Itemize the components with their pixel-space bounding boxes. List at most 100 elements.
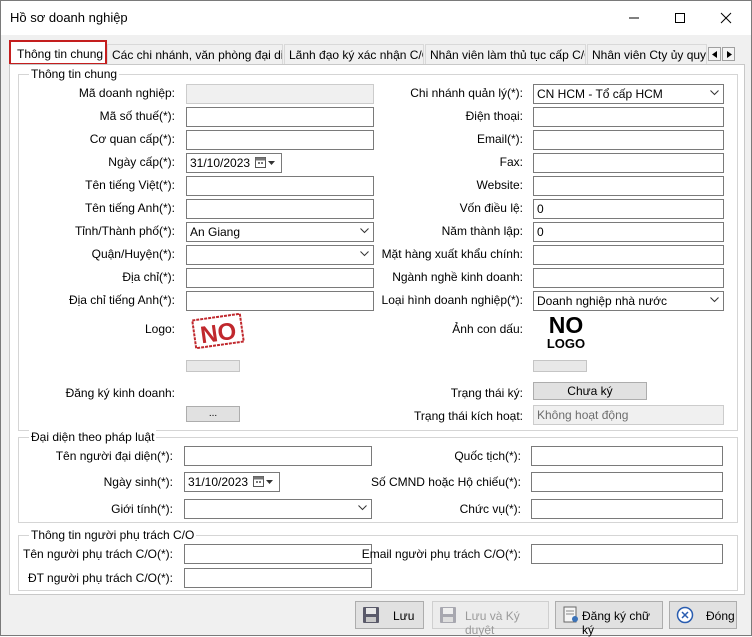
close-label: Đóng [706,609,735,623]
label-ten-nguoi-phu-trach: Tên người phụ trách C/O(*): [23,547,173,561]
label-von-dieu-le: Vốn điều lệ: [459,201,523,215]
ten-nguoi-dai-dien-field[interactable] [184,446,372,466]
dt-nguoi-phu-trach-field[interactable] [184,568,372,588]
company-profile-window: Hồ sơ doanh nghiệp Thông tin chung Các c… [0,0,752,637]
label-cmnd-ho-chieu: Số CMND hoặc Hộ chiếu(*): [370,475,521,489]
tab-page-general: Thông tin chung Mã doanh nghiệp: Mã số t… [9,64,745,595]
tab-scroll-left-button[interactable] [708,47,721,61]
close-button[interactable]: Đóng [669,601,737,629]
fax-field[interactable] [533,153,724,173]
save-button[interactable]: Lưu [355,601,424,629]
ma-doanh-nghiep-field [186,84,374,104]
label-tinh-thanh-pho: Tỉnh/Thành phố(*): [74,224,175,238]
group-title-co-person: Thông tin người phụ trách C/O [29,528,197,542]
ngay-cap-datepicker[interactable]: 31/10/2023 [186,153,282,173]
arrow-right-icon [727,51,732,58]
label-ten-tieng-anh: Tên tiếng Anh(*): [84,201,175,215]
co-quan-cap-field[interactable] [186,130,374,150]
von-dieu-le-field[interactable]: 0 [533,199,724,219]
label-mat-hang-xuat-khau: Mặt hàng xuất khẩu chính: [381,247,523,261]
chevron-down-icon [358,505,367,511]
save-label: Lưu [393,609,415,623]
trang-thai-ky-button[interactable]: Chưa ký [533,382,647,400]
logo-upload-placeholder[interactable] [186,360,240,372]
label-ngay-cap: Ngày cấp(*): [108,155,175,169]
floppy-disk-icon [440,607,456,623]
calendar-dropdown-icon[interactable] [253,475,275,489]
floppy-disk-icon [363,607,379,623]
ten-tieng-viet-field[interactable] [186,176,374,196]
label-ten-nguoi-dai-dien: Tên người đại diện(*): [55,449,173,463]
email-nguoi-phu-trach-field[interactable] [531,544,723,564]
quoc-tich-field[interactable] [531,446,723,466]
ngay-sinh-datepicker[interactable]: 31/10/2023 [184,472,280,492]
tab-leaders-sign[interactable]: Lãnh đạo ký xác nhận C/O [284,44,424,65]
label-trang-thai-ky: Trạng thái ký: [450,386,523,400]
chi-nhanh-select[interactable]: CN HCM - Tổ cấp HCM [533,84,724,104]
close-icon [720,12,732,24]
ten-tieng-anh-field[interactable] [186,199,374,219]
label-website: Website: [476,178,523,192]
chevron-down-icon [710,90,719,96]
close-window-button[interactable] [703,1,749,35]
save-and-approve-button[interactable]: Lưu và Ký duyệt [432,601,549,637]
quan-huyen-select[interactable] [186,245,374,265]
dia-chi-tieng-anh-field[interactable] [186,291,374,311]
tab-scroll-right-button[interactable] [722,47,735,61]
chi-nhanh-value: CN HCM - Tổ cấp HCM [537,87,663,101]
minimize-button[interactable] [611,1,657,35]
chuc-vu-field[interactable] [531,499,723,519]
ma-so-thue-field[interactable] [186,107,374,127]
dien-thoai-field[interactable] [533,107,724,127]
seal-text-no: NO [549,312,584,338]
dia-chi-field[interactable] [186,268,374,288]
tab-general-info[interactable]: Thông tin chung [9,40,107,65]
label-trang-thai-kich-hoat: Trạng thái kích hoạt: [414,409,523,423]
bottom-button-bar: Lưu Lưu và Ký duyệt Đăng ký chữ ký Đóng [1,597,751,637]
maximize-icon [675,13,685,23]
label-ma-so-thue: Mã số thuế(*): [99,109,175,123]
maximize-button[interactable] [657,1,703,35]
gioi-tinh-select[interactable] [184,499,372,519]
label-nam-thanh-lap: Năm thành lập: [441,224,523,238]
ngay-sinh-value: 31/10/2023 [188,475,249,489]
tab-authorized-staff[interactable]: Nhân viên Cty ủy quyền [587,44,707,65]
email-field[interactable] [533,130,724,150]
register-signature-button[interactable]: Đăng ký chữ ký [555,601,663,637]
nganh-nghe-field[interactable] [533,268,724,288]
label-dia-chi-tieng-anh: Địa chỉ tiếng Anh(*): [68,293,175,307]
cmnd-ho-chieu-field[interactable] [531,472,723,492]
label-email: Email(*): [476,132,523,146]
loai-hinh-dn-select[interactable]: Doanh nghiệp nhà nước [533,291,724,311]
mat-hang-xuat-khau-field[interactable] [533,245,724,265]
tinh-thanh-pho-select[interactable]: An Giang [186,222,374,242]
no-logo-stamp-icon: NO [191,312,245,349]
label-ten-tieng-viet: Tên tiếng Việt(*): [85,178,175,192]
group-title-legal: Đại diện theo pháp luật [29,430,157,444]
nam-thanh-lap-field[interactable]: 0 [533,222,724,242]
browse-dkkd-button[interactable]: ... [186,406,240,422]
ten-nguoi-phu-trach-field[interactable] [184,544,372,564]
register-signature-label: Đăng ký chữ ký [582,609,651,637]
label-gioi-tinh: Giới tính(*): [111,502,173,516]
chevron-down-icon [360,228,369,234]
logo-image: NO [190,312,246,349]
ngay-cap-value: 31/10/2023 [190,156,251,170]
label-dt-nguoi-phu-trach: ĐT người phụ trách C/O(*): [27,571,173,585]
seal-image: NO LOGO [540,312,596,352]
loai-hinh-dn-value: Doanh nghiệp nhà nước [537,294,667,308]
certificate-icon [563,606,578,623]
tab-co-staff[interactable]: Nhân viên làm thủ tục cấp C/O [425,44,586,65]
label-email-nguoi-phu-trach: Email người phụ trách C/O(*): [361,547,521,561]
seal-text-logo: LOGO [547,336,585,351]
seal-upload-placeholder[interactable] [533,360,587,372]
tab-branches[interactable]: Các chi nhánh, văn phòng đại diện [107,44,283,65]
label-chuc-vu: Chức vụ(*): [459,502,521,516]
label-ma-doanh-nghiep: Mã doanh nghiệp: [78,86,175,100]
calendar-dropdown-icon[interactable] [255,156,277,170]
website-field[interactable] [533,176,724,196]
group-title-general: Thông tin chung [29,67,120,81]
label-loai-hinh-dn: Loại hình doanh nghiệp(*): [381,293,523,307]
label-quoc-tich: Quốc tịch(*): [454,449,521,463]
label-nganh-nghe: Ngành nghề kinh doanh: [392,270,523,284]
